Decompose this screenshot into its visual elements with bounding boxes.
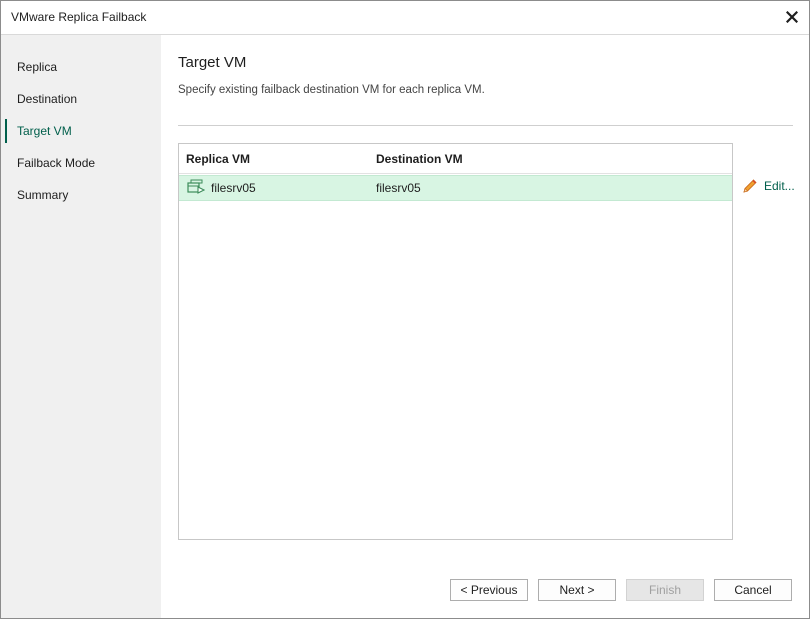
step-summary[interactable]: Summary — [1, 183, 161, 207]
step-replica[interactable]: Replica — [1, 55, 161, 79]
column-header-destination-vm[interactable]: Destination VM — [376, 152, 463, 166]
close-icon — [786, 11, 798, 23]
header-separator — [178, 125, 793, 126]
step-label: Replica — [17, 60, 58, 74]
step-failback-mode[interactable]: Failback Mode — [1, 151, 161, 175]
step-label: Destination — [17, 92, 78, 106]
close-button[interactable] — [781, 6, 803, 28]
pencil-icon — [743, 178, 757, 193]
title-bar: VMware Replica Failback — [1, 1, 809, 35]
active-step-marker — [5, 119, 7, 143]
edit-label: Edit... — [764, 179, 795, 193]
step-content: Target VM Specify existing failback dest… — [161, 35, 809, 618]
next-button[interactable]: Next > — [538, 579, 616, 601]
step-destination[interactable]: Destination — [1, 87, 161, 111]
replica-vm-cell: filesrv05 — [211, 181, 256, 195]
window-title: VMware Replica Failback — [11, 10, 147, 24]
step-label: Target VM — [17, 124, 72, 138]
column-header-replica-vm[interactable]: Replica VM — [186, 152, 250, 166]
edit-destination-link[interactable]: Edit... — [741, 177, 795, 195]
target-vm-table[interactable]: Replica VM Destination VM filesrv05 file… — [178, 143, 733, 540]
vm-replica-icon — [187, 179, 205, 194]
page-subtitle: Specify existing failback destination VM… — [178, 84, 485, 96]
destination-vm-cell: filesrv05 — [376, 181, 421, 195]
failback-wizard-window: VMware Replica Failback Replica Destinat… — [0, 0, 810, 619]
wizard-steps-sidebar: Replica Destination Target VM Failback M… — [1, 35, 161, 618]
table-header: Replica VM Destination VM — [179, 144, 732, 174]
step-label: Failback Mode — [17, 156, 96, 170]
table-row[interactable]: filesrv05 filesrv05 — [179, 175, 732, 201]
finish-button: Finish — [626, 579, 704, 601]
step-label: Summary — [17, 188, 69, 202]
cancel-button[interactable]: Cancel — [714, 579, 792, 601]
page-title: Target VM — [178, 54, 247, 71]
previous-button[interactable]: < Previous — [450, 579, 528, 601]
step-target-vm[interactable]: Target VM — [1, 119, 161, 143]
